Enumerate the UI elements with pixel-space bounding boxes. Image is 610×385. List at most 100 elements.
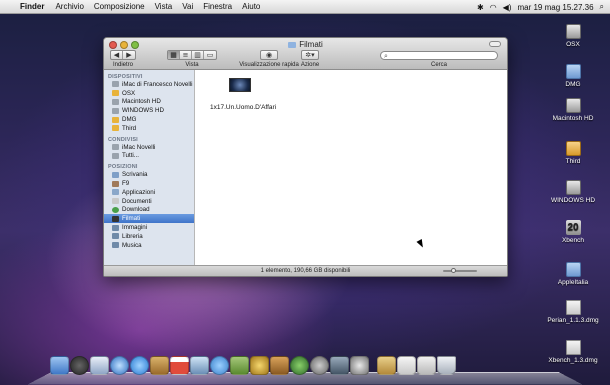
sidebar: DISPOSITIVI iMac di Francesco Novelli OS… <box>104 70 195 266</box>
menu-vai[interactable]: Vai <box>182 2 193 11</box>
sidebar-item-documents[interactable]: Documenti <box>104 197 194 206</box>
applications-folder-icon[interactable] <box>377 356 396 375</box>
download-icon <box>112 206 119 213</box>
search-icon: ⌕ <box>384 52 388 60</box>
ichat-icon[interactable] <box>130 356 149 375</box>
sidebar-item-all[interactable]: Tutti... <box>104 152 194 161</box>
preview-icon[interactable] <box>190 356 209 375</box>
forward-button[interactable]: ▶ <box>123 51 135 59</box>
home-icon <box>112 180 119 187</box>
sidebar-item-macintosh-hd[interactable]: Macintosh HD <box>104 98 194 107</box>
sidebar-item-home[interactable]: F9 <box>104 179 194 188</box>
sidebar-item-applications[interactable]: Applicazioni <box>104 188 194 197</box>
disk-icon <box>112 125 119 132</box>
back-button[interactable]: ◀ <box>111 51 123 59</box>
iphoto-icon[interactable] <box>230 356 249 375</box>
volume-icon[interactable]: ◀) <box>503 3 512 12</box>
file-item[interactable]: 1x17.Un.Uomo.D'Affari <box>210 78 276 111</box>
search-label: Cerca <box>430 62 447 68</box>
slider-knob[interactable] <box>451 268 456 273</box>
icon-size-slider[interactable] <box>443 268 477 273</box>
systempreferences-icon[interactable] <box>310 356 329 375</box>
film-icon <box>112 215 119 222</box>
dmg-icon <box>565 300 581 315</box>
pictures-icon <box>112 224 119 231</box>
folder-icon <box>565 262 581 277</box>
menu-finestra[interactable]: Finestra <box>203 2 232 11</box>
itunes-icon[interactable] <box>210 356 229 375</box>
folder-icon <box>565 64 581 79</box>
toolbar-toggle-button[interactable] <box>489 41 501 47</box>
desktop-item-osx[interactable]: OSX <box>545 24 601 48</box>
menu-archivio[interactable]: Archivio <box>55 2 83 11</box>
window-title: Filmati <box>104 40 507 49</box>
status-bar: 1 elemento, 190,66 GB disponibili <box>104 265 507 276</box>
library-icon <box>112 233 119 240</box>
desktop-item-third[interactable]: Third <box>545 141 601 165</box>
sidebar-item-movies[interactable]: Filmati <box>104 214 194 224</box>
sidebar-item-imac-novelli[interactable]: iMac Novelli <box>104 143 194 152</box>
window-toolbar: Filmati ◀ ▶ Indietro ▦ ≡ ▥ ▭ Vista ◉ Vis… <box>104 38 507 70</box>
applications-icon <box>112 189 119 196</box>
disk-icon <box>565 180 581 195</box>
desktop-item-perian-dmg[interactable]: Perian_1.1.3.dmg <box>545 300 601 324</box>
icon-view-button[interactable]: ▦ <box>168 51 180 59</box>
view-label: Vista <box>185 62 199 68</box>
back-label: Indietro <box>112 62 133 68</box>
quicklook-button[interactable]: ◉ <box>260 50 278 60</box>
disk-icon <box>112 98 119 105</box>
sidebar-item-downloads[interactable]: Download <box>104 206 194 215</box>
bluetooth-icon[interactable]: ✱ <box>477 3 484 12</box>
garageband-icon[interactable] <box>270 356 289 375</box>
sidebar-item-music[interactable]: Musica <box>104 241 194 250</box>
music-icon <box>112 242 119 249</box>
imac-icon <box>112 144 119 151</box>
column-view-button[interactable]: ▥ <box>192 51 204 59</box>
sidebar-item-pictures[interactable]: Immagini <box>104 223 194 232</box>
desktop-item-macintosh-hd[interactable]: Macintosh HD <box>545 98 601 122</box>
sidebar-item-windows-hd[interactable]: WINDOWS HD <box>104 106 194 115</box>
menu-clock[interactable]: mar 19 mag 15.27.36 <box>517 3 593 12</box>
disk-icon <box>112 107 119 114</box>
dmg-icon <box>565 340 581 355</box>
desktop-item-dmg[interactable]: DMG <box>545 64 601 88</box>
disk-icon <box>565 98 581 113</box>
spaces-icon[interactable] <box>330 356 349 375</box>
desktop-item-windows-hd[interactable]: WINDOWS HD <box>545 180 601 204</box>
sidebar-item-third[interactable]: Third <box>104 124 194 133</box>
ical-icon[interactable] <box>170 356 189 375</box>
addressbook-icon[interactable] <box>150 356 169 375</box>
downloads-stack-icon[interactable] <box>417 356 436 375</box>
spotlight-icon[interactable]: ⌕ <box>600 2 604 12</box>
desktop-item-appleitalia[interactable]: AppleItalia <box>545 262 601 286</box>
photobooth-icon[interactable] <box>350 356 369 375</box>
imovie-icon[interactable] <box>250 356 269 375</box>
list-view-button[interactable]: ≡ <box>180 51 192 59</box>
gear-icon: ✲▾ <box>305 51 315 59</box>
documents-folder-icon[interactable] <box>397 356 416 375</box>
sidebar-item-library[interactable]: Libreria <box>104 232 194 241</box>
dashboard-icon[interactable] <box>70 356 89 375</box>
safari-icon[interactable] <box>110 356 129 375</box>
search-field[interactable]: ⌕ <box>380 51 498 60</box>
action-button[interactable]: ✲▾ <box>301 50 319 60</box>
finder-icon[interactable] <box>50 356 69 375</box>
mail-icon[interactable] <box>90 356 109 375</box>
sidebar-item-desktop[interactable]: Scrivania <box>104 170 194 179</box>
quicklook-label: Visualizzazione rapida <box>239 62 299 68</box>
desktop-item-xbench[interactable]: 20 Xbench <box>545 220 601 244</box>
menu-vista[interactable]: Vista <box>155 2 173 11</box>
file-area[interactable]: 1x17.Un.Uomo.D'Affari <box>196 70 507 266</box>
wifi-icon[interactable]: ◠ <box>490 3 497 12</box>
view-group: ▦ ≡ ▥ ▭ <box>167 50 217 60</box>
sidebar-item-dmg[interactable]: DMG <box>104 115 194 124</box>
dock-separator <box>370 356 376 375</box>
menu-aiuto[interactable]: Aiuto <box>242 2 260 11</box>
menu-app-finder[interactable]: Finder <box>20 2 44 11</box>
timemachine-icon[interactable] <box>290 356 309 375</box>
trash-icon[interactable] <box>437 356 456 375</box>
menu-composizione[interactable]: Composizione <box>94 2 145 11</box>
sidebar-item-imac[interactable]: iMac di Francesco Novelli <box>104 80 194 89</box>
sidebar-item-osx[interactable]: OSX <box>104 89 194 98</box>
coverflow-view-button[interactable]: ▭ <box>204 51 216 59</box>
